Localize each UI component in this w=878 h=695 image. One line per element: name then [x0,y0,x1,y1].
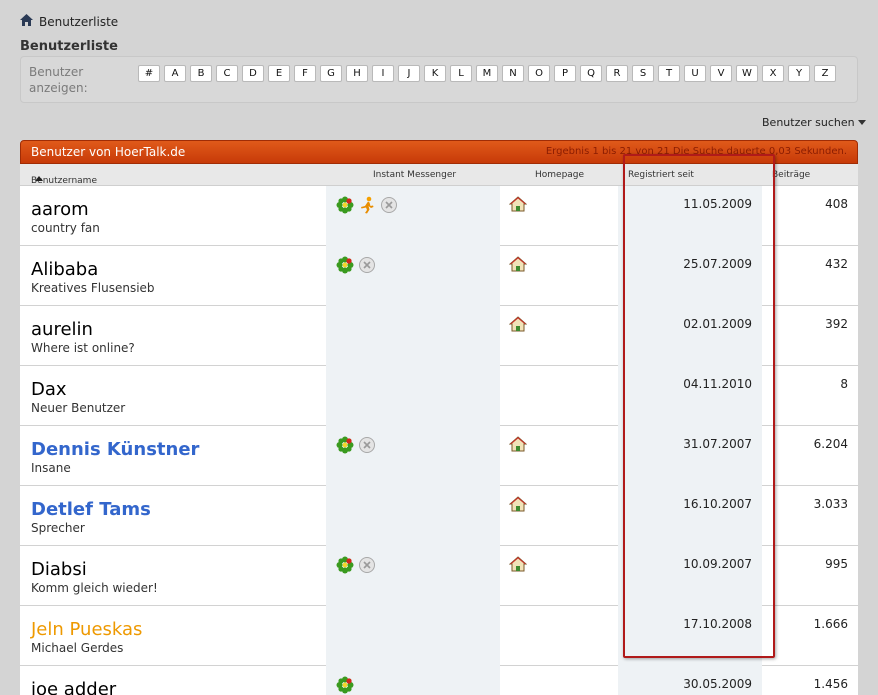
letter-button[interactable]: T [658,65,680,82]
letter-button[interactable]: H [346,65,368,82]
letter-button[interactable]: X [762,65,784,82]
im-cell [326,306,500,366]
im-cell [326,366,500,426]
icq-icon[interactable] [336,676,354,695]
im-icons [336,436,376,458]
letter-button[interactable]: G [320,65,342,82]
post-count[interactable]: 408 [825,197,848,211]
username-link[interactable]: aarom [31,199,89,220]
letter-button[interactable]: D [242,65,264,82]
user-title: Where ist online? [31,341,135,355]
im-cell [326,606,500,666]
user-title: Insane [31,461,71,475]
sort-asc-icon [35,176,43,181]
username-link[interactable]: Alibaba [31,259,98,280]
letter-button[interactable]: W [736,65,758,82]
aim-icon[interactable] [358,196,376,218]
im-icons [336,196,398,218]
homepage-icon[interactable] [508,436,528,456]
homepage-icon[interactable] [508,256,528,276]
username-link[interactable]: Jeln Pueskas [31,619,142,640]
im-cell [326,486,500,546]
username-link[interactable]: aurelin [31,319,93,340]
letter-button[interactable]: Q [580,65,602,82]
letter-button[interactable]: Y [788,65,810,82]
user-title: country fan [31,221,100,235]
letter-button[interactable]: L [450,65,472,82]
letter-button[interactable]: I [372,65,394,82]
icq-icon[interactable] [336,556,354,578]
letter-button[interactable]: Z [814,65,836,82]
homepage-icon[interactable] [508,316,528,336]
letter-filter: Benutzer anzeigen: # A B C D E F G H I J K L M N O P Q R S T… [20,56,858,103]
letter-button[interactable]: C [216,65,238,82]
letter-button[interactable]: A [164,65,186,82]
letter-button[interactable]: # [138,65,160,82]
user-search-menu[interactable]: Benutzer suchen [762,116,866,129]
user-title: Neuer Benutzer [31,401,126,415]
letter-button[interactable]: B [190,65,212,82]
post-count[interactable]: 995 [825,557,848,571]
user-title: Kreatives Flusensieb [31,281,155,295]
msn-icon[interactable] [358,256,376,278]
post-count[interactable]: 432 [825,257,848,271]
letter-button[interactable]: R [606,65,628,82]
post-count[interactable]: 6.204 [814,437,848,451]
letter-button[interactable]: V [710,65,732,82]
im-icons [336,556,376,578]
icq-icon[interactable] [336,256,354,278]
letter-button[interactable]: F [294,65,316,82]
user-title: Komm gleich wieder! [31,581,158,595]
letter-buttons: # A B C D E F G H I J K L M N O P Q R S T U V W X Y Z [138,65,836,82]
homepage-icon[interactable] [508,556,528,576]
page-title: Benutzerliste [20,39,118,54]
letter-button[interactable]: E [268,65,290,82]
icq-icon[interactable] [336,196,354,218]
post-count[interactable]: 1.666 [814,617,848,631]
letter-button[interactable]: N [502,65,524,82]
post-count[interactable]: 392 [825,317,848,331]
home-icon[interactable] [20,14,33,29]
icq-icon[interactable] [336,436,354,458]
col-posts[interactable]: Beiträge [772,170,810,180]
msn-icon[interactable] [358,556,376,578]
homepage-icon[interactable] [508,196,528,216]
filter-label: Benutzer anzeigen: [29,65,88,95]
user-title: Michael Gerdes [31,641,124,655]
msn-icon[interactable] [358,436,376,458]
breadcrumb: Benutzerliste [20,14,118,29]
username-link[interactable]: Dax [31,379,67,400]
msn-icon[interactable] [380,196,398,218]
im-icons [336,676,354,695]
highlight-box [623,154,775,658]
col-homepage[interactable]: Homepage [535,170,584,180]
post-count[interactable]: 8 [840,377,848,391]
username-link[interactable]: joe adder [31,679,116,695]
panel-title: Benutzer von HoerTalk.de [31,145,186,159]
letter-button[interactable]: P [554,65,576,82]
letter-button[interactable]: K [424,65,446,82]
letter-button[interactable]: M [476,65,498,82]
chevron-down-icon [857,120,866,125]
username-link[interactable]: Diabsi [31,559,87,580]
letter-button[interactable]: S [632,65,654,82]
post-count[interactable]: 3.033 [814,497,848,511]
breadcrumb-link[interactable]: Benutzerliste [39,15,118,29]
post-count[interactable]: 1.456 [814,677,848,691]
table-row: joe adder 30.05.2009 1.456 [20,666,858,695]
letter-button[interactable]: J [398,65,420,82]
username-link[interactable]: Detlef Tams [31,499,151,520]
homepage-icon[interactable] [508,496,528,516]
col-im[interactable]: Instant Messenger [373,170,456,180]
letter-button[interactable]: U [684,65,706,82]
im-icons [336,256,376,278]
user-title: Sprecher [31,521,85,535]
letter-button[interactable]: O [528,65,550,82]
registered-date: 30.05.2009 [683,677,752,691]
search-label[interactable]: Benutzer suchen [762,116,855,129]
username-link[interactable]: Dennis Künstner [31,439,199,460]
